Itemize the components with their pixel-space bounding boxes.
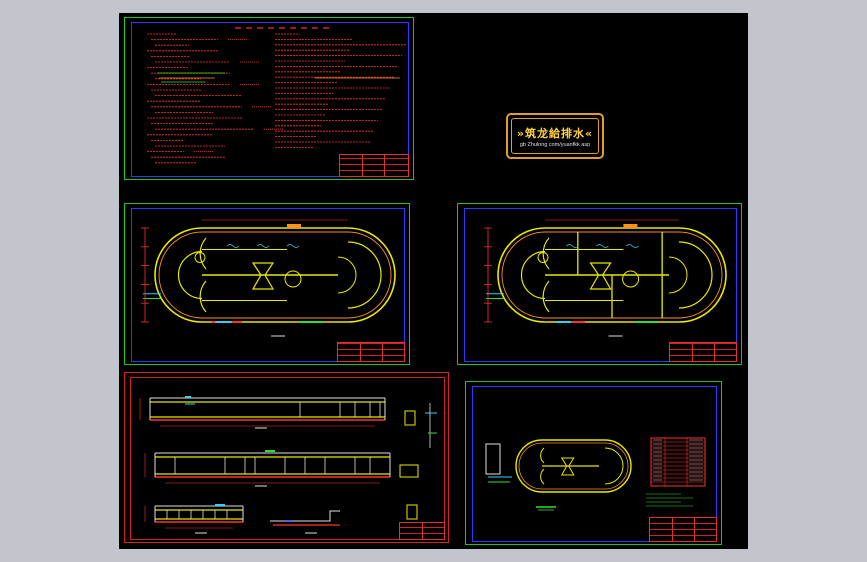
title-block bbox=[649, 517, 717, 542]
watermark-subtitle: gb Zhulong com/yuanfkk asp bbox=[519, 142, 591, 148]
title-block bbox=[669, 342, 737, 362]
title-block bbox=[399, 522, 445, 540]
title-block bbox=[337, 342, 405, 362]
plan-sheet-2 bbox=[457, 203, 742, 365]
plan-sheet-1 bbox=[124, 203, 410, 365]
watermark-logo: »筑龙給排水« gb Zhulong com/yuanfkk asp bbox=[506, 113, 604, 159]
layout-sheet bbox=[465, 381, 722, 545]
notes-sheet bbox=[124, 17, 414, 180]
cad-drawing-canvas[interactable]: »筑龙給排水« gb Zhulong com/yuanfkk asp bbox=[119, 13, 748, 549]
watermark-title: »筑龙給排水« bbox=[516, 127, 594, 140]
section-sheet bbox=[124, 372, 449, 543]
title-block bbox=[339, 154, 409, 177]
longitudinal-section-drawings bbox=[139, 396, 437, 534]
